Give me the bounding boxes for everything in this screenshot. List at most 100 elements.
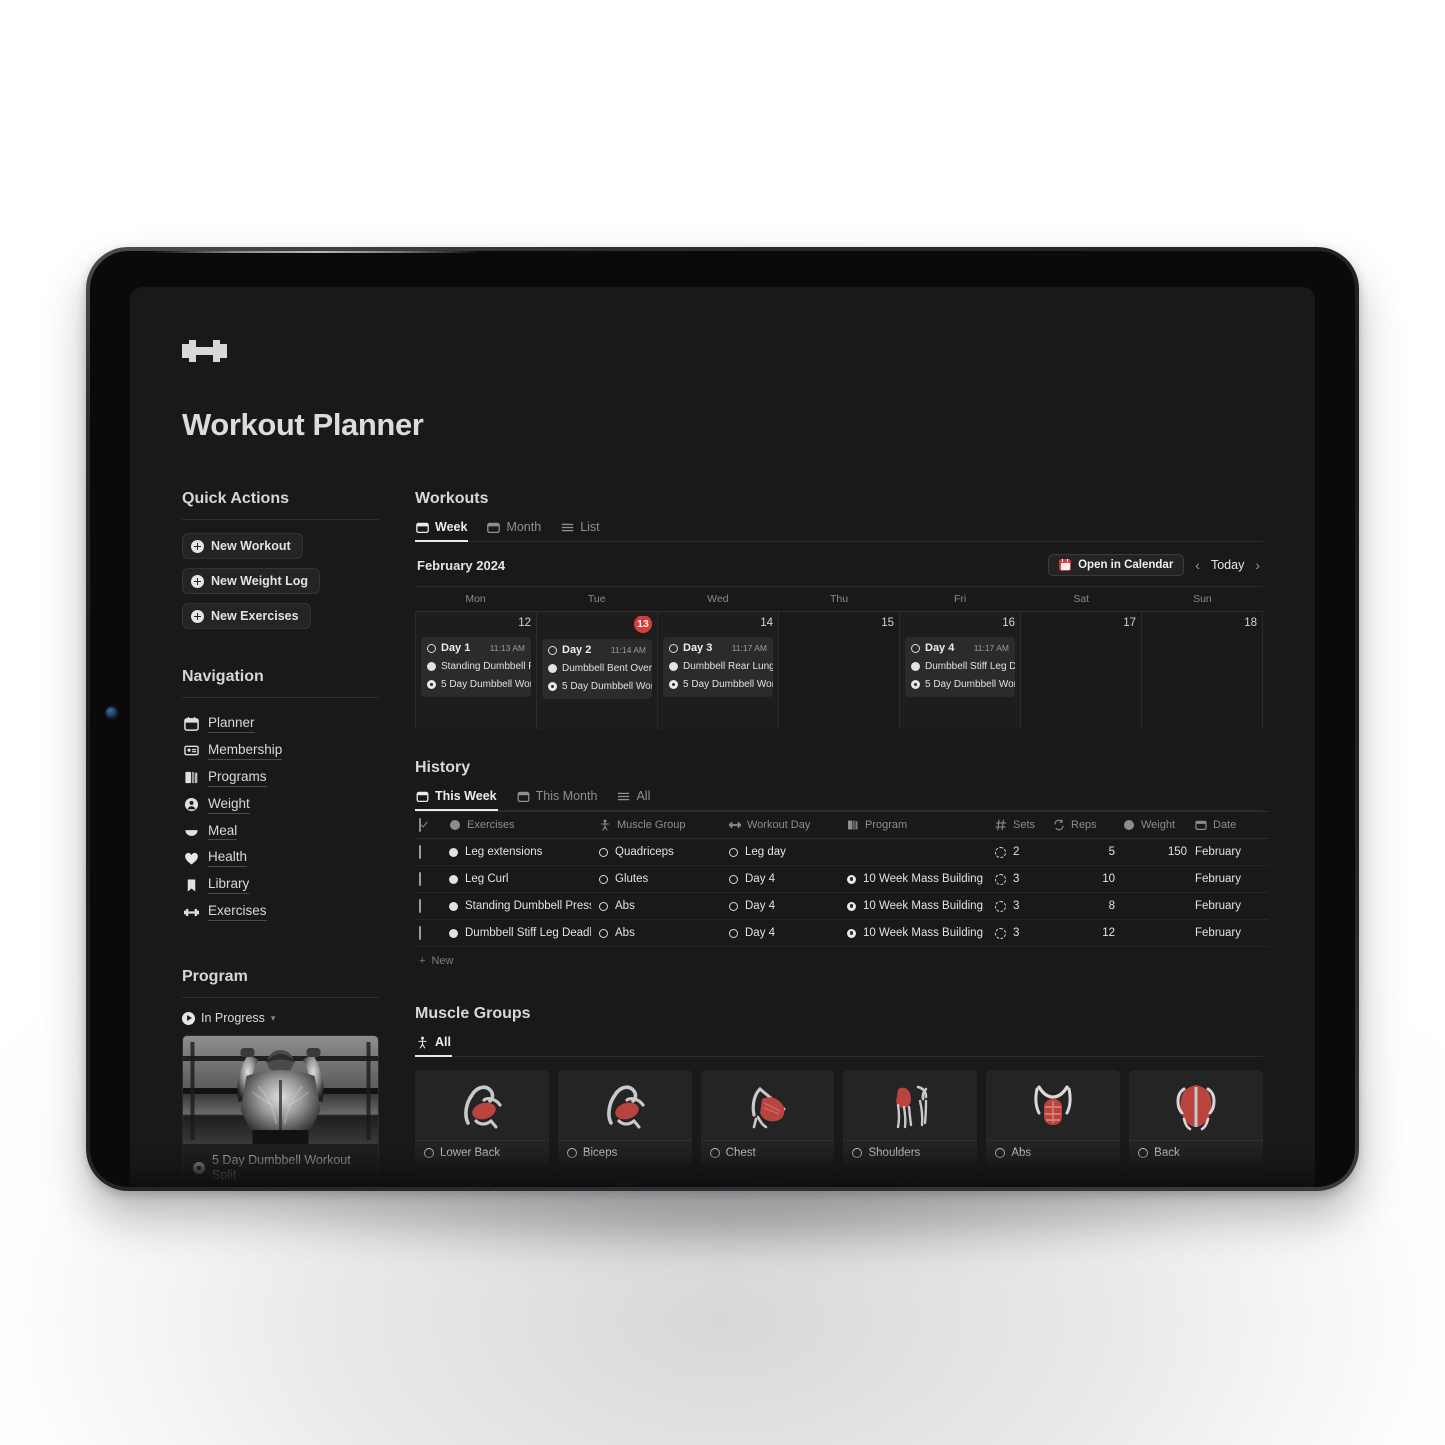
muscle-group-card-chest[interactable]: Chest: [700, 1070, 835, 1165]
chevron-right-icon[interactable]: ›: [1254, 558, 1261, 572]
sidebar-item-health[interactable]: Health: [182, 845, 379, 872]
cell-weight[interactable]: [1119, 919, 1191, 947]
table-row[interactable]: Leg Curl Glutes Day 4 10 Week Mass Build…: [415, 865, 1269, 893]
tab-all[interactable]: All: [616, 786, 651, 810]
app-viewport[interactable]: Workout Planner Quick Actions New Workou…: [130, 287, 1315, 1187]
cell-program[interactable]: 10 Week Mass Building: [843, 865, 991, 893]
tab-week[interactable]: Week: [415, 517, 469, 542]
muscle-group-card-lower-back[interactable]: Lower Back: [415, 1070, 549, 1165]
table-row[interactable]: Standing Dumbbell Press Abs Day 4 10 Wee…: [415, 892, 1269, 920]
col-exercises[interactable]: Exercises: [445, 811, 595, 839]
cell-workout-day[interactable]: Day 4: [725, 892, 843, 920]
cell-program[interactable]: 10 Week Mass Building: [843, 892, 991, 920]
muscle-group-card-abs[interactable]: Abs: [986, 1070, 1121, 1165]
today-button[interactable]: Today: [1211, 558, 1244, 572]
col-program[interactable]: Program: [843, 811, 991, 839]
cell-reps[interactable]: 5: [1049, 838, 1119, 866]
add-new-muscle-group-card[interactable]: + New: [1129, 1174, 1263, 1187]
cell-reps[interactable]: 10: [1049, 865, 1119, 893]
new-weight-log-button[interactable]: New Weight Log: [182, 568, 320, 594]
cell-date[interactable]: February: [1191, 892, 1269, 920]
col-select-all[interactable]: [415, 811, 445, 839]
sidebar-item-weight[interactable]: Weight: [182, 792, 379, 819]
sidebar-item-planner[interactable]: Planner: [182, 711, 379, 738]
cell-reps[interactable]: 8: [1049, 892, 1119, 920]
calendar-day-cell-today[interactable]: 13 Day 2 11:14 AM Dumbbell Bent Over 5 D…: [536, 611, 657, 729]
col-reps[interactable]: Reps: [1049, 811, 1119, 839]
sidebar-item-library[interactable]: Library: [182, 872, 379, 899]
col-sets[interactable]: Sets: [991, 811, 1049, 839]
new-workout-button[interactable]: New Workout: [182, 533, 303, 559]
calendar-day-cell[interactable]: 17: [1020, 611, 1141, 729]
cell-muscle-group[interactable]: Abs: [595, 919, 725, 947]
calendar-event[interactable]: Day 2 11:14 AM Dumbbell Bent Over Ro 5 D…: [542, 639, 652, 699]
program-filter-dropdown[interactable]: In Progress ▾: [182, 1011, 379, 1035]
tab-this-week[interactable]: This Week: [415, 786, 498, 811]
cell-reps[interactable]: 12: [1049, 919, 1119, 947]
cell-exercise[interactable]: Leg extensions: [445, 838, 595, 866]
muscle-group-card-back[interactable]: Back: [1129, 1070, 1263, 1165]
calendar-day-cell[interactable]: 16 Day 4 11:17 AM Dumbbell Stiff Leg D 5…: [899, 611, 1020, 729]
cell-weight[interactable]: 150: [1119, 838, 1191, 866]
checkbox-checked-icon[interactable]: [419, 818, 421, 832]
cell-program[interactable]: [843, 838, 991, 866]
table-row[interactable]: Dumbbell Stiff Leg Deadlift Abs Day 4 10…: [415, 919, 1269, 947]
muscle-group-card-triceps[interactable]: [986, 1174, 1121, 1187]
col-muscle-group[interactable]: Muscle Group: [595, 811, 725, 839]
col-weight[interactable]: Weight: [1119, 811, 1191, 839]
calendar-event[interactable]: Day 4 11:17 AM Dumbbell Stiff Leg Dea 5 …: [905, 637, 1015, 697]
muscle-group-card-glutes[interactable]: [843, 1174, 978, 1187]
calendar-day-cell[interactable]: 15: [778, 611, 899, 729]
sidebar-item-exercises[interactable]: Exercises: [182, 899, 379, 926]
cell-workout-day[interactable]: Day 4: [725, 919, 843, 947]
tab-list[interactable]: List: [560, 517, 600, 541]
calendar-event[interactable]: Day 1 11:13 AM Standing Dumbbell Pre 5 D…: [421, 637, 531, 697]
cell-sets[interactable]: 2: [991, 838, 1049, 866]
sidebar-item-membership[interactable]: Membership: [182, 738, 379, 765]
checkbox-icon[interactable]: [419, 872, 421, 886]
cell-date[interactable]: February: [1191, 865, 1269, 893]
cell-muscle-group[interactable]: Quadriceps: [595, 838, 725, 866]
tab-this-month[interactable]: This Month: [516, 786, 599, 810]
calendar-event[interactable]: Day 3 11:17 AM Dumbbell Rear Lunge 5 Day…: [663, 637, 773, 697]
tab-month[interactable]: Month: [486, 517, 542, 541]
cell-muscle-group[interactable]: Abs: [595, 892, 725, 920]
muscle-group-card-calves[interactable]: [557, 1174, 692, 1187]
cell-program[interactable]: 10 Week Mass Building: [843, 919, 991, 947]
add-new-history-row[interactable]: + New: [415, 947, 1263, 975]
cell-sets[interactable]: 3: [991, 919, 1049, 947]
sidebar-item-meal[interactable]: Meal: [182, 819, 379, 846]
muscle-group-card-quads[interactable]: [415, 1174, 549, 1187]
muscle-group-card-biceps[interactable]: Biceps: [557, 1070, 692, 1165]
checkbox-icon[interactable]: [419, 926, 421, 940]
cell-exercise[interactable]: Standing Dumbbell Press: [445, 892, 595, 920]
cell-exercise[interactable]: Leg Curl: [445, 865, 595, 893]
cell-date[interactable]: February: [1191, 838, 1269, 866]
program-card[interactable]: 5 Day Dumbbell Workout Split Program req…: [182, 1035, 379, 1187]
checkbox-icon[interactable]: [419, 899, 421, 913]
col-date[interactable]: Date: [1191, 811, 1269, 839]
calendar-day-cell[interactable]: 14 Day 3 11:17 AM Dumbbell Rear Lunge 5 …: [657, 611, 778, 729]
tab-all-muscle-groups[interactable]: All: [415, 1032, 452, 1057]
col-workout-day[interactable]: Workout Day: [725, 811, 843, 839]
cell-weight[interactable]: [1119, 865, 1191, 893]
cell-sets[interactable]: 3: [991, 865, 1049, 893]
row-checkbox-cell[interactable]: [415, 865, 445, 893]
calendar-day-cell[interactable]: 18: [1141, 611, 1263, 729]
calendar-day-cell[interactable]: 12 Day 1 11:13 AM Standing Dumbbell 5 Da…: [415, 611, 536, 729]
table-row[interactable]: Leg extensions Quadriceps Leg day 2 5 15…: [415, 838, 1269, 866]
cell-date[interactable]: February: [1191, 919, 1269, 947]
sidebar-item-programs[interactable]: Programs: [182, 765, 379, 792]
checkbox-icon[interactable]: [419, 845, 421, 859]
muscle-group-card-hamstrings[interactable]: [700, 1174, 835, 1187]
cell-workout-day[interactable]: Leg day: [725, 838, 843, 866]
row-checkbox-cell[interactable]: [415, 919, 445, 947]
row-checkbox-cell[interactable]: [415, 892, 445, 920]
new-exercises-button[interactable]: New Exercises: [182, 603, 311, 629]
cell-exercise[interactable]: Dumbbell Stiff Leg Deadlift: [445, 919, 595, 947]
open-in-calendar-button[interactable]: Open in Calendar: [1048, 554, 1185, 576]
cell-workout-day[interactable]: Day 4: [725, 865, 843, 893]
chevron-left-icon[interactable]: ‹: [1194, 558, 1201, 572]
cell-sets[interactable]: 3: [991, 892, 1049, 920]
cell-weight[interactable]: [1119, 892, 1191, 920]
